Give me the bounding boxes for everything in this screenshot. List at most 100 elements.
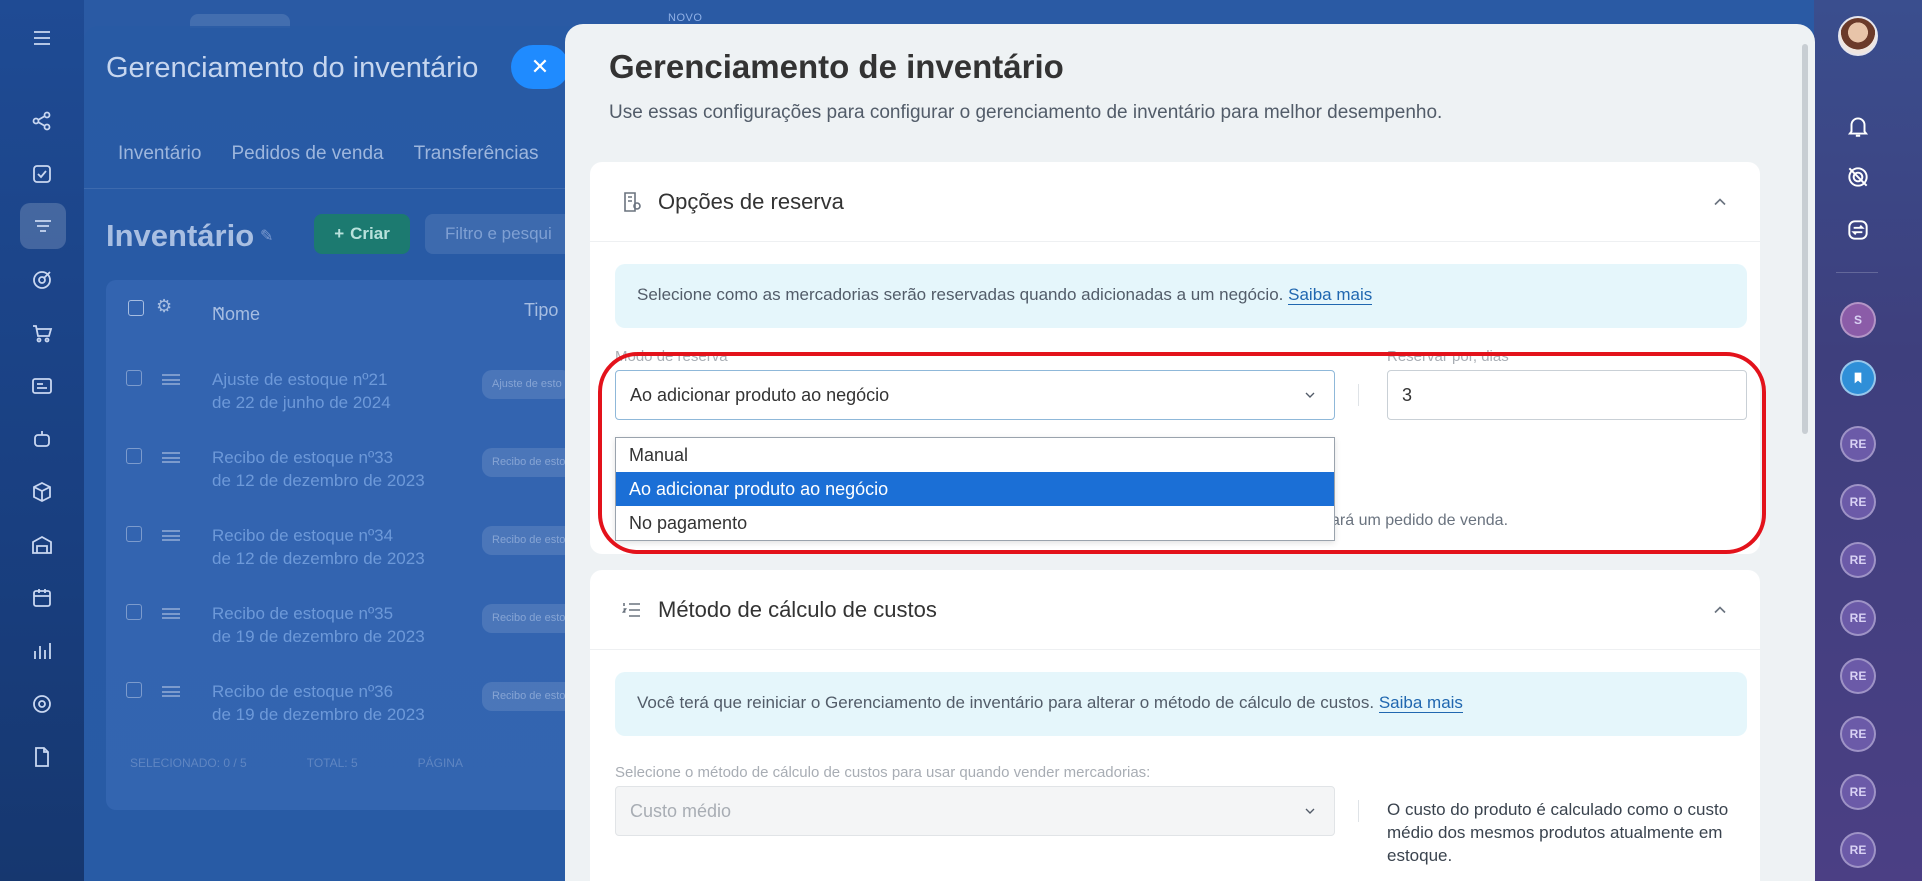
selected-count: SELECIONADO: 0 / 5	[130, 756, 247, 770]
inventory-heading: Inventário	[106, 218, 255, 253]
row-checkbox[interactable]	[126, 526, 142, 542]
tab-transferencias[interactable]: Transferências	[414, 143, 539, 165]
automation-icon[interactable]	[26, 105, 58, 137]
tasks-icon[interactable]	[26, 158, 58, 190]
bookmark-icon[interactable]	[1840, 360, 1876, 396]
chat-avatar[interactable]: RE	[1840, 484, 1876, 520]
menu-icon[interactable]	[26, 22, 58, 54]
create-button[interactable]: + Criar	[314, 214, 410, 254]
tab-divider	[84, 188, 644, 189]
drag-handle-icon[interactable]	[162, 530, 180, 541]
chat-avatar[interactable]: RE	[1840, 774, 1876, 810]
reservation-mode-value: Ao adicionar produto ao negócio	[630, 385, 890, 405]
cost-info-box: Você terá que reiniciar o Gerenciamento …	[615, 672, 1747, 736]
row-title[interactable]: Recibo de estoque nº36	[212, 680, 425, 703]
warehouse-icon[interactable]	[26, 529, 58, 561]
reservation-mode-label: Modo de reserva	[615, 348, 728, 365]
row-date: de 19 de dezembro de 2023	[212, 705, 425, 724]
option-manual[interactable]: Manual	[616, 438, 1334, 472]
row-date: de 22 de junho de 2024	[212, 393, 391, 412]
row-title[interactable]: Ajuste de estoque nº21	[212, 368, 391, 391]
chat-avatar[interactable]: RE	[1840, 716, 1876, 752]
select-all-checkbox[interactable]	[128, 300, 144, 316]
contact-card-icon[interactable]	[26, 370, 58, 402]
document-icon[interactable]	[26, 741, 58, 773]
option-on-add-product[interactable]: Ao adicionar produto ao negócio	[616, 472, 1334, 506]
chat-avatar[interactable]: S	[1840, 302, 1876, 338]
cost-info-text: Você terá que reiniciar o Gerenciamento …	[637, 693, 1375, 712]
reservation-info-text: Selecione como as mercadorias serão rese…	[637, 285, 1284, 304]
cost-method-description: O custo do produto é calculado como o cu…	[1387, 800, 1729, 865]
total-count: TOTAL: 5	[306, 756, 358, 770]
row-title[interactable]: Recibo de estoque nº34	[212, 524, 425, 547]
chat-avatar[interactable]: RE	[1840, 600, 1876, 636]
reservation-learn-more-link[interactable]: Saiba mais	[1288, 285, 1373, 305]
cart-icon[interactable]	[26, 317, 58, 349]
drag-handle-icon[interactable]	[162, 608, 180, 619]
column-type[interactable]: Tipo	[524, 300, 558, 321]
reservation-info-box: Selecione como as mercadorias serão rese…	[615, 264, 1747, 328]
chevron-up-icon[interactable]	[1710, 192, 1730, 212]
calendar-icon[interactable]	[26, 582, 58, 614]
row-date: de 12 de dezembro de 2023	[212, 471, 425, 490]
goals-icon[interactable]	[26, 264, 58, 296]
cost-card-title: Método de cálculo de custos	[658, 597, 937, 622]
row-date: de 12 de dezembro de 2023	[212, 549, 425, 568]
reservation-settings-icon	[620, 190, 644, 214]
chevron-up-icon[interactable]	[1710, 600, 1730, 620]
settings-icon[interactable]	[26, 688, 58, 720]
drag-handle-icon[interactable]	[162, 686, 180, 697]
create-label: Criar	[350, 224, 390, 243]
tab-inventario[interactable]: Inventário	[118, 143, 201, 165]
close-icon: ✕	[530, 54, 550, 79]
chat-avatar[interactable]: RE	[1840, 832, 1876, 868]
background-title: Gerenciamento do inventário	[106, 52, 479, 84]
gear-icon[interactable]: ⚙	[156, 296, 172, 317]
type-badge: Recibo de esto	[482, 448, 576, 477]
reserve-days-label: Reservar por, dias	[1387, 348, 1509, 365]
numbered-list-icon	[620, 598, 644, 622]
chevron-down-icon	[1302, 387, 1318, 403]
table-footer: SELECIONADO: 0 / 5 TOTAL: 5 PÁGINA	[130, 756, 463, 770]
reservation-mode-select[interactable]: Ao adicionar produto ao negócio	[615, 370, 1335, 420]
bell-icon[interactable]	[1840, 108, 1876, 144]
option-on-payment[interactable]: No pagamento	[616, 506, 1334, 540]
user-avatar[interactable]	[1838, 16, 1878, 56]
box-icon[interactable]	[26, 476, 58, 508]
cost-method-select[interactable]: Custo médio	[615, 786, 1335, 836]
analytics-icon[interactable]	[26, 635, 58, 667]
sort-up-icon: ⌃	[212, 304, 228, 324]
reservation-mode-dropdown[interactable]: Manual Ao adicionar produto ao negócio N…	[615, 437, 1335, 541]
pin-icon[interactable]: ✎	[260, 226, 273, 246]
chat-avatar[interactable]: RE	[1840, 658, 1876, 694]
chevron-down-icon	[1302, 803, 1318, 819]
close-slider-button[interactable]: ✕	[511, 45, 569, 89]
row-checkbox[interactable]	[126, 370, 142, 386]
slider-title: Gerenciamento de inventário	[609, 48, 1064, 85]
tab-pedidos-de-venda[interactable]: Pedidos de venda	[231, 143, 383, 165]
row-title[interactable]: Recibo de estoque nº33	[212, 446, 425, 469]
row-checkbox[interactable]	[126, 682, 142, 698]
drag-handle-icon[interactable]	[162, 452, 180, 463]
cost-learn-more-link[interactable]: Saiba mais	[1378, 693, 1463, 713]
reservation-card-header[interactable]: Opções de reserva	[590, 162, 1760, 242]
sync-icon[interactable]	[1840, 212, 1876, 248]
target-icon[interactable]	[1840, 159, 1876, 195]
row-checkbox[interactable]	[126, 604, 142, 620]
row-checkbox[interactable]	[126, 448, 142, 464]
type-badge: Recibo de esto	[482, 682, 576, 711]
row-title[interactable]: Recibo de estoque nº35	[212, 602, 425, 625]
reserve-days-input[interactable]: 3	[1387, 370, 1747, 420]
inventory-icon[interactable]	[20, 203, 66, 249]
cost-card-header[interactable]: Método de cálculo de custos	[590, 570, 1760, 650]
chat-avatar[interactable]: RE	[1840, 426, 1876, 462]
background-tabs: Inventário Pedidos de venda Transferênci…	[118, 143, 581, 165]
chat-avatar[interactable]: RE	[1840, 542, 1876, 578]
robot-icon[interactable]	[26, 423, 58, 455]
type-badge: Recibo de esto	[482, 604, 576, 633]
field-divider	[1358, 800, 1359, 822]
plus-icon: +	[334, 224, 345, 243]
drag-handle-icon[interactable]	[162, 374, 180, 385]
rail-divider	[1836, 272, 1878, 273]
scrollbar[interactable]	[1802, 44, 1808, 434]
